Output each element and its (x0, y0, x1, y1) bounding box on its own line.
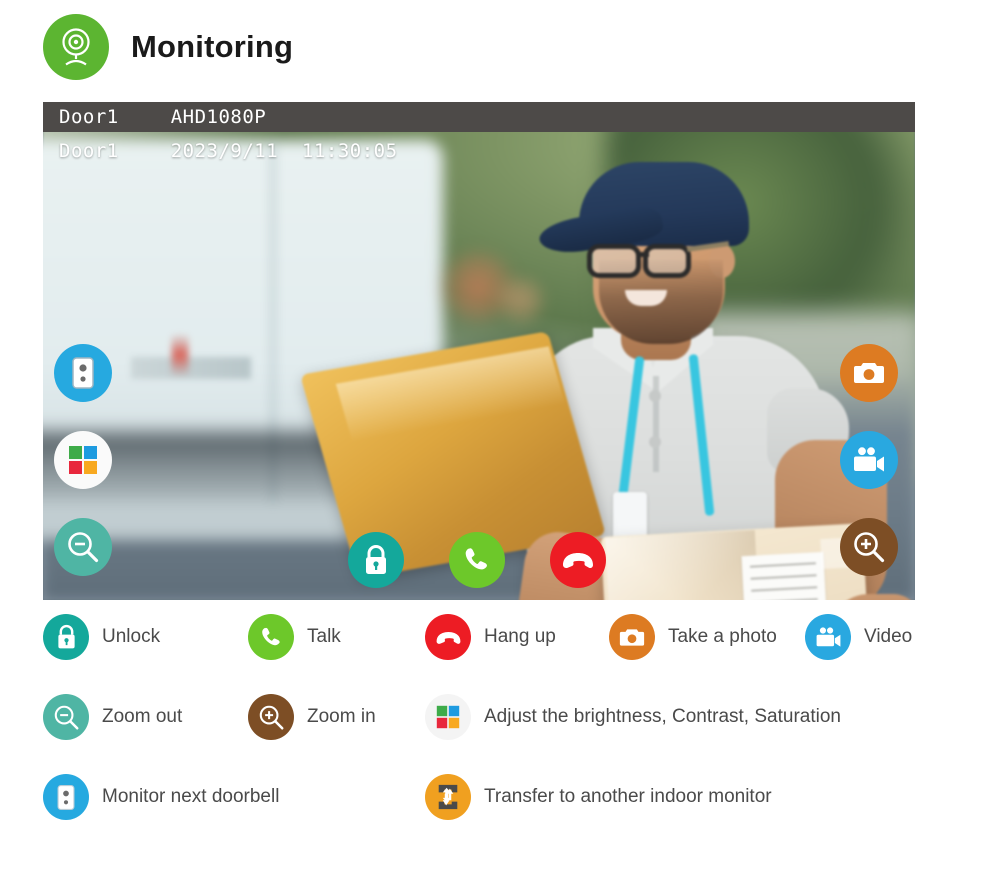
camera-icon (609, 614, 655, 660)
phone-icon (248, 614, 294, 660)
legend-label: Unlock (102, 626, 161, 647)
monitoring-page: Monitoring Door1 AHD1080P Door1 2023/9/1… (0, 0, 1000, 880)
legend-item-monitor-next-doorbell[interactable]: Monitor next doorbell (43, 774, 279, 820)
osd-resolution-label: AHD1080P (170, 106, 267, 128)
legend-label: Transfer to another indoor monitor (484, 786, 772, 807)
osd-channel-label-2: Door1 (59, 140, 119, 162)
legend-item-unlock[interactable]: Unlock (43, 614, 160, 660)
legend-item-talk[interactable]: Talk (248, 614, 341, 660)
hangup-icon (425, 614, 471, 660)
scene-van-grille (131, 357, 251, 379)
page-header: Monitoring (43, 14, 293, 80)
legend-row: Unlock Talk Hang up Take a photo Video (43, 614, 963, 694)
osd-channel-label: Door1 (59, 106, 119, 128)
legend-item-adjust-image[interactable]: Adjust the brightness, Contrast, Saturat… (425, 694, 841, 740)
scene-van-light (171, 334, 189, 376)
scene-parcel-label (741, 551, 827, 600)
webcam-icon (43, 14, 109, 80)
legend-label: Take a photo (668, 626, 777, 647)
legend-item-zoom-out[interactable]: Zoom out (43, 694, 182, 740)
legend-label: Hang up (484, 626, 556, 647)
zoom-out-icon (43, 694, 89, 740)
legend-label: Zoom out (102, 706, 183, 727)
legend-label: Monitor next doorbell (102, 786, 280, 807)
take-photo-button[interactable] (840, 344, 898, 402)
legend-row: Monitor next doorbell Transfer to anothe… (43, 774, 963, 854)
monitor-next-doorbell-button[interactable] (54, 344, 112, 402)
page-title: Monitoring (131, 29, 294, 64)
legend-label: Talk (307, 626, 341, 647)
legend-label: Zoom in (307, 706, 376, 727)
doorbell-icon (43, 774, 89, 820)
color-squares-icon (425, 694, 471, 740)
legend-item-hang-up[interactable]: Hang up (425, 614, 556, 660)
osd-second-row: Door1 2023/9/11 11:30:05 (43, 136, 915, 166)
talk-button[interactable] (449, 532, 505, 588)
camcorder-icon (805, 614, 851, 660)
zoom-out-button[interactable] (54, 518, 112, 576)
legend: Unlock Talk Hang up Take a photo Video Z… (43, 614, 963, 854)
zoom-in-icon (248, 694, 294, 740)
lock-icon (43, 614, 89, 660)
zoom-in-button[interactable] (840, 518, 898, 576)
legend-item-video[interactable]: Video (805, 614, 912, 660)
legend-item-take-a-photo[interactable]: Take a photo (609, 614, 777, 660)
video-record-button[interactable] (840, 431, 898, 489)
unlock-button[interactable] (348, 532, 404, 588)
legend-item-zoom-in[interactable]: Zoom in (248, 694, 376, 740)
live-video-view[interactable]: Door1 AHD1080P Door1 2023/9/11 11:30:05 (43, 102, 915, 600)
legend-item-transfer-indoor-monitor[interactable]: Transfer to another indoor monitor (425, 774, 772, 820)
hang-up-button[interactable] (550, 532, 606, 588)
transfer-icon (425, 774, 471, 820)
adjust-image-button[interactable] (54, 431, 112, 489)
osd-top-bar: Door1 AHD1080P (43, 102, 915, 132)
video-scene (43, 102, 915, 600)
legend-label: Adjust the brightness, Contrast, Saturat… (484, 706, 841, 727)
legend-row: Zoom out Zoom in Adjust the brightness, … (43, 694, 963, 774)
legend-label: Video (864, 626, 913, 647)
osd-datetime: 2023/9/11 11:30:05 (170, 140, 398, 162)
